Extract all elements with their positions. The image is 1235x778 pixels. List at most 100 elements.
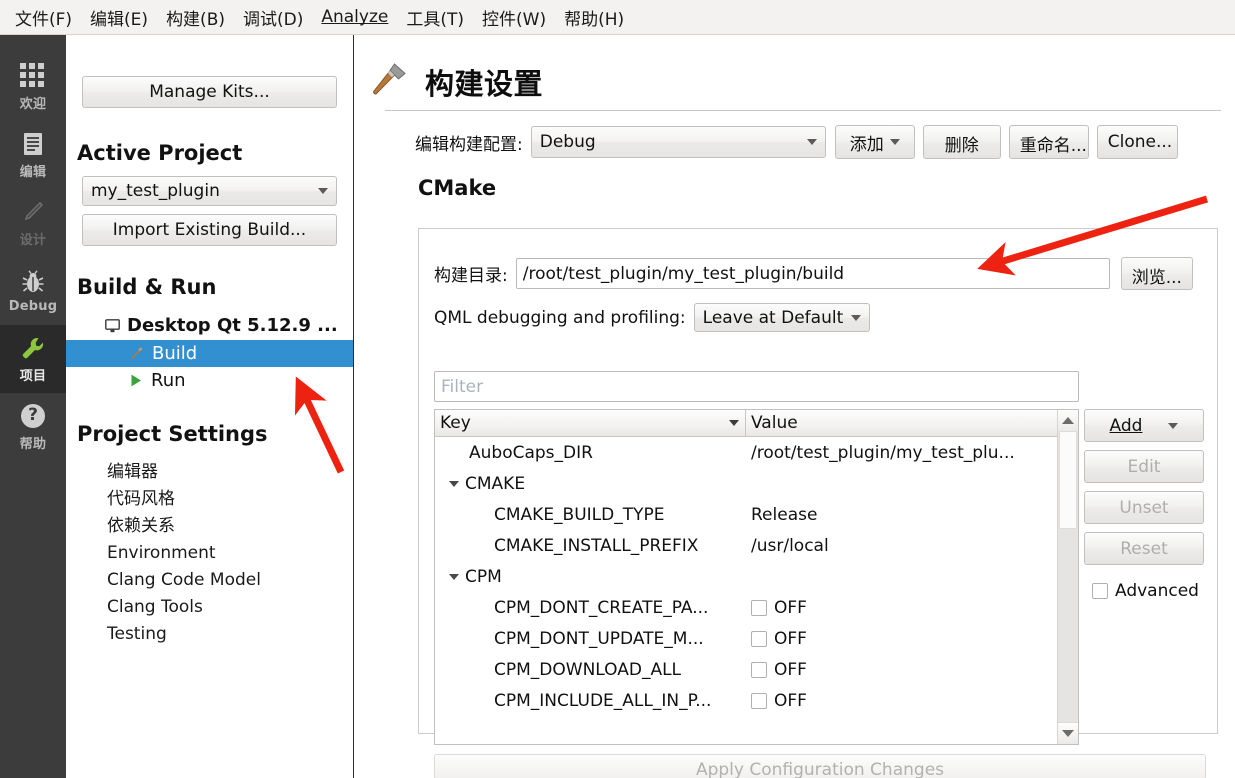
project-settings-item-testing[interactable]: Testing (66, 621, 353, 648)
menu-analyze-label: Analyze (321, 7, 389, 27)
advanced-checkbox-row[interactable]: Advanced (1084, 581, 1204, 601)
table-cell-value: Release (751, 504, 818, 525)
apply-configuration-changes-button[interactable]: Apply Configuration Changes (434, 754, 1206, 778)
chevron-down-icon (850, 314, 861, 321)
mode-item-projects[interactable]: 项目 (0, 325, 66, 393)
menu-tools[interactable]: 工具(T) (397, 2, 473, 33)
menu-debug-label: 调试(D) (243, 9, 304, 30)
build-directory-input[interactable] (515, 258, 1110, 289)
table-cell-key: CPM_DONT_CREATE_PA... (494, 597, 709, 618)
table-row[interactable]: CPM_DOWNLOAD_ALL OFF (435, 654, 1078, 685)
menu-edit[interactable]: 编辑(E) (81, 2, 157, 33)
project-settings-item-code-style[interactable]: 代码风格 (66, 486, 353, 513)
import-existing-build-button[interactable]: Import Existing Build... (82, 214, 337, 246)
menu-build[interactable]: 构建(B) (157, 2, 234, 33)
project-settings-item-clang-tools[interactable]: Clang Tools (66, 594, 353, 621)
table-header-key[interactable]: Key (435, 410, 746, 437)
menu-edit-label: 编辑(E) (90, 9, 149, 30)
project-settings-item-dependencies[interactable]: 依赖关系 (66, 513, 353, 540)
menu-file[interactable]: 文件(F) (6, 2, 81, 33)
table-cell-value: /usr/local (751, 535, 829, 556)
menu-help[interactable]: 帮助(H) (555, 2, 633, 33)
active-project-combobox[interactable]: my_test_plugin (82, 176, 337, 206)
table-vertical-scrollbar[interactable] (1057, 410, 1078, 744)
table-header-value[interactable]: Value (746, 410, 1078, 437)
qml-debugging-value: Leave at Default (702, 307, 844, 328)
active-project-value: my_test_plugin (91, 181, 220, 201)
edit-variable-button[interactable]: Edit (1084, 450, 1204, 483)
menu-analyze[interactable]: Analyze (312, 4, 397, 30)
mode-item-design[interactable]: 设计 (0, 189, 66, 257)
scroll-down-button[interactable] (1058, 722, 1078, 744)
table-header-key-label: Key (440, 412, 471, 433)
expand-triangle-icon[interactable] (449, 573, 459, 580)
table-cell-key: CMAKE_BUILD_TYPE (494, 504, 665, 525)
remove-configuration-button[interactable]: 删除 (922, 125, 1001, 159)
menu-debug[interactable]: 调试(D) (234, 2, 312, 33)
table-cell-key: AuboCaps_DIR (469, 442, 593, 463)
mode-item-welcome-label: 欢迎 (19, 96, 47, 112)
build-settings-pane: 构建设置 编辑构建配置: Debug 添加 删除 重命名... Clone...… (355, 35, 1235, 778)
manage-kits-button[interactable]: Manage Kits... (82, 76, 337, 108)
menu-file-label: 文件(F) (15, 9, 73, 30)
build-directory-row: 构建目录: 浏览... (434, 257, 1193, 290)
apply-configuration-row: Apply Configuration Changes (434, 754, 1206, 778)
scroll-up-button[interactable] (1058, 410, 1078, 432)
scrollbar-track[interactable] (1058, 431, 1078, 723)
qml-debugging-combobox[interactable]: Leave at Default (693, 303, 870, 332)
mode-item-design-label: 设计 (19, 232, 47, 248)
clone-configuration-button[interactable]: Clone... (1096, 125, 1178, 159)
reset-variable-button[interactable]: Reset (1084, 532, 1204, 565)
build-run-item-build[interactable]: Build (66, 340, 353, 367)
table-cell-checkbox[interactable] (751, 692, 767, 709)
table-row[interactable]: CMAKE_BUILD_TYPE Release (435, 499, 1078, 530)
table-row[interactable]: CPM_INCLUDE_ALL_IN_P... OFF (435, 685, 1078, 716)
table-body: AuboCaps_DIR /root/test_plugin/my_test_p… (435, 437, 1078, 716)
expand-triangle-icon[interactable] (449, 480, 459, 487)
qml-debugging-label: QML debugging and profiling: (434, 307, 686, 328)
cmake-section-heading: CMake (418, 176, 497, 200)
mode-item-edit[interactable]: 编辑 (0, 121, 66, 189)
table-cell-key: CMAKE (465, 473, 526, 494)
table-cell-checkbox[interactable] (751, 661, 767, 678)
mode-item-debug[interactable]: Debug (0, 257, 66, 325)
table-action-buttons: Add Edit Unset Reset Advanced (1084, 409, 1204, 601)
table-cell-value: OFF (774, 628, 807, 649)
table-row[interactable]: CPM (435, 561, 1078, 592)
project-settings-item-environment[interactable]: Environment (66, 540, 353, 567)
pencil-icon (20, 199, 46, 225)
table-row[interactable]: CPM_DONT_CREATE_PA... OFF (435, 592, 1078, 623)
kit-item-desktop-qt[interactable]: Desktop Qt 5.12.9 ... (105, 315, 353, 336)
add-variable-button[interactable]: Add (1084, 409, 1204, 442)
advanced-checkbox[interactable] (1092, 583, 1108, 599)
project-settings-item-clang-code-model[interactable]: Clang Code Model (66, 567, 353, 594)
cmake-variables-table: Key Value AuboCaps_DIR /root/test_plugin… (434, 409, 1079, 745)
table-cell-key: CPM_INCLUDE_ALL_IN_P... (494, 690, 712, 711)
table-row[interactable]: AuboCaps_DIR /root/test_plugin/my_test_p… (435, 437, 1078, 468)
unset-variable-button[interactable]: Unset (1084, 491, 1204, 524)
table-cell-key: CPM_DOWNLOAD_ALL (494, 659, 682, 680)
table-row[interactable]: CMAKE_INSTALL_PREFIX /usr/local (435, 530, 1078, 561)
table-cell-checkbox[interactable] (751, 630, 767, 647)
mode-item-welcome[interactable]: 欢迎 (0, 53, 66, 121)
build-directory-label: 构建目录: (434, 266, 508, 286)
advanced-label: Advanced (1115, 581, 1199, 601)
project-settings-item-editor[interactable]: 编辑器 (66, 459, 353, 486)
build-run-item-run[interactable]: Run (66, 367, 353, 394)
table-row[interactable]: CMAKE (435, 468, 1078, 499)
hammer-icon (369, 60, 409, 104)
table-cell-checkbox[interactable] (751, 599, 767, 616)
mode-item-help[interactable]: ? 帮助 (0, 393, 66, 461)
rename-configuration-button[interactable]: 重命名... (1008, 125, 1089, 159)
build-and-run-heading: Build & Run (77, 275, 217, 299)
filter-input[interactable] (434, 371, 1079, 402)
table-header-value-label: Value (751, 412, 798, 433)
table-cell-key: CPM (465, 566, 502, 587)
add-configuration-button[interactable]: 添加 (834, 125, 915, 159)
table-row[interactable]: CPM_DONT_UPDATE_M... OFF (435, 623, 1078, 654)
menu-window[interactable]: 控件(W) (473, 2, 555, 33)
build-configuration-combobox[interactable]: Debug (530, 126, 826, 158)
scrollbar-thumb[interactable] (1059, 431, 1077, 529)
chevron-down-icon (1168, 422, 1179, 429)
browse-directory-button[interactable]: 浏览... (1120, 257, 1193, 290)
